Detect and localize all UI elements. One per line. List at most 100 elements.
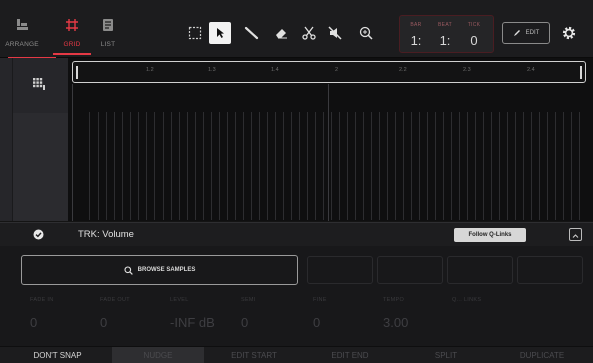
param-value: 3.00: [383, 315, 409, 330]
dont-snap-button[interactable]: DON'T SNAP: [8, 347, 107, 363]
gear-icon[interactable]: [560, 24, 578, 42]
param-qlinks[interactable]: Q... LINKS: [452, 297, 481, 315]
counter-beat-label: BEAT: [438, 22, 452, 28]
grid-line: [291, 112, 292, 220]
grid-line: [355, 112, 356, 220]
grid-line: [154, 112, 155, 220]
grid-line: [475, 112, 476, 220]
grid-line: [531, 112, 532, 220]
grid-line: [515, 112, 516, 220]
edit-start-button[interactable]: EDIT START: [208, 347, 300, 363]
pad-grid-icon[interactable]: [32, 77, 46, 91]
bottom-function-bar: DON'T SNAP NUDGE EDIT START EDIT END SPL…: [0, 346, 593, 363]
grid-line: [435, 112, 436, 220]
expand-panel-button[interactable]: [569, 228, 582, 241]
nudge-button[interactable]: NUDGE: [112, 347, 204, 363]
zoom-icon: [359, 26, 373, 40]
param-value: 0: [30, 315, 38, 330]
duplicate-button[interactable]: DUPLICATE: [496, 347, 588, 363]
split-button[interactable]: SPLIT: [400, 347, 492, 363]
grid-line: [419, 112, 420, 220]
tool-pointer[interactable]: [209, 22, 231, 44]
grid-line: [187, 112, 188, 220]
mode-list-label: LIST: [100, 41, 116, 48]
grid-line: [451, 112, 452, 220]
chevron-up-icon: [572, 234, 579, 238]
grid-line: [98, 112, 99, 220]
counter-tick: TICK 0: [461, 22, 487, 48]
grid-line: [411, 112, 412, 220]
ruler-tick: 1.3: [208, 67, 216, 73]
disabled-button[interactable]: [377, 256, 443, 284]
grid-line: [387, 112, 388, 220]
grid-line: [259, 112, 260, 220]
grid-line: [171, 112, 172, 220]
grid-line: [243, 112, 244, 220]
param-level[interactable]: LEVEL -INF dB: [170, 297, 215, 330]
grid-line: [251, 112, 252, 220]
pointer-arrow-icon: [217, 28, 224, 38]
mode-grid[interactable]: GRID: [52, 18, 92, 48]
timeline-ruler[interactable]: 1.2 1.3 1.4 2 2.2 2.3 2.4: [72, 61, 586, 83]
edit-end-button[interactable]: EDIT END: [304, 347, 396, 363]
counter-bar-label: BAR: [410, 22, 422, 28]
grid-line: [491, 112, 492, 220]
loop-end-marker[interactable]: [580, 66, 582, 79]
tool-zoom[interactable]: [355, 22, 377, 44]
ruler-tick: 2.4: [527, 67, 535, 73]
param-fade-out[interactable]: FADE OUT 0: [100, 297, 130, 330]
disabled-button[interactable]: [517, 256, 583, 284]
grid-line: [227, 112, 228, 220]
grid-line: [323, 112, 324, 220]
counter-tick-value: 0: [470, 33, 478, 48]
grid-line: [307, 112, 308, 220]
grid-line: [331, 112, 332, 220]
ruler-tick: 1.2: [146, 67, 154, 73]
edit-pencil-icon: [513, 30, 520, 36]
grid-line: [275, 112, 276, 220]
grid-line: [114, 112, 115, 220]
tool-scissors[interactable]: [298, 22, 320, 44]
disabled-button[interactable]: [307, 256, 373, 284]
active-mode-underline: [53, 53, 91, 55]
param-label: FADE IN: [30, 297, 54, 303]
grid-line: [483, 112, 484, 220]
grid-line: [283, 112, 284, 220]
grid-line: [467, 112, 468, 220]
browse-samples-button[interactable]: BROWSE SAMPLES: [21, 255, 298, 285]
arrange-icon: [17, 19, 28, 30]
checkmark-circle-icon[interactable]: [33, 229, 44, 240]
position-counter[interactable]: BAR 1: BEAT 1: TICK 0: [399, 15, 494, 53]
grid-line: [163, 112, 164, 220]
tool-pencil[interactable]: [241, 22, 263, 44]
grid-line: [122, 112, 123, 220]
tool-eraser[interactable]: [270, 22, 292, 44]
edit-button[interactable]: EDIT: [502, 22, 550, 44]
param-fade-in[interactable]: FADE IN 0: [30, 297, 54, 330]
param-fine[interactable]: FINE 0: [313, 297, 327, 330]
disabled-button[interactable]: [447, 256, 513, 284]
param-semi[interactable]: SEMI 0: [241, 297, 256, 330]
param-tempo[interactable]: TEMPO 3.00: [383, 297, 408, 330]
grid-line: [547, 112, 548, 220]
bar-line: [72, 84, 73, 221]
grid-line: [371, 112, 372, 220]
tool-mute[interactable]: [324, 22, 346, 44]
grid-line: [499, 112, 500, 220]
grid-line: [459, 112, 460, 220]
grid-line: [395, 112, 396, 220]
pencil-icon: [244, 26, 259, 40]
mode-arrange[interactable]: ARRANGE: [2, 18, 42, 48]
counter-bar: BAR 1:: [403, 22, 429, 48]
search-icon: [124, 265, 133, 275]
tool-select-rectangle[interactable]: [184, 22, 206, 44]
grid-line: [427, 112, 428, 220]
follow-qlinks-button[interactable]: Follow Q-Links: [454, 228, 526, 242]
mode-list[interactable]: LIST: [88, 18, 128, 48]
loop-start-marker[interactable]: [76, 66, 78, 79]
track-list-divider: [12, 58, 13, 221]
counter-beat-value: 1:: [439, 33, 451, 48]
grid-line: [363, 112, 364, 220]
grid-line: [347, 112, 348, 220]
param-label: TEMPO: [383, 297, 405, 303]
